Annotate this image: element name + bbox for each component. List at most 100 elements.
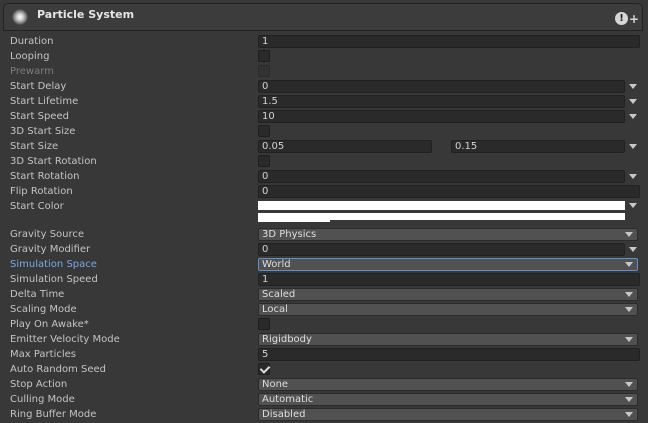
row-play-on-awake: Play On Awake* (0, 317, 648, 332)
row-duration: Duration 1 (0, 34, 648, 49)
checkmark-icon (259, 363, 271, 374)
simulation-space-label: Simulation Space (10, 259, 97, 270)
stop-action-dropdown[interactable]: None (258, 378, 638, 391)
ring-buffer-mode-value: Disabled (262, 409, 306, 420)
simulation-space-dropdown[interactable]: World (258, 258, 638, 271)
start-speed-field[interactable]: 10 (258, 110, 625, 123)
row-delta-time: Delta Time Scaled (0, 287, 648, 302)
row-looping: Looping (0, 49, 648, 64)
looping-label: Looping (10, 51, 50, 62)
start-lifetime-label: Start Lifetime (10, 96, 79, 107)
chevron-down-icon (625, 262, 633, 267)
chevron-down-icon (625, 232, 633, 237)
help-icon[interactable]: ! (615, 12, 628, 25)
auto-random-seed-checkbox[interactable] (258, 363, 271, 375)
start-size-mode-chevron-down-icon[interactable] (629, 144, 637, 149)
ring-buffer-mode-dropdown[interactable]: Disabled (258, 408, 638, 421)
start-size-min-field[interactable]: 0.05 (258, 140, 432, 153)
row-3d-start-rotation: 3D Start Rotation (0, 154, 648, 169)
row-simulation-space: Simulation Space World (0, 257, 648, 272)
row-flip-rotation: Flip Rotation 0 (0, 184, 648, 199)
start-color-alpha-bar (258, 220, 330, 222)
scaling-mode-label: Scaling Mode (10, 304, 77, 315)
simulation-space-value: World (262, 259, 291, 270)
delta-time-value: Scaled (262, 289, 296, 300)
culling-mode-dropdown[interactable]: Automatic (258, 393, 638, 406)
emitter-velocity-mode-dropdown[interactable]: Rigidbody (258, 333, 638, 346)
start-delay-label: Start Delay (10, 81, 67, 92)
gravity-source-label: Gravity Source (10, 229, 85, 240)
start-rotation-mode-chevron-down-icon[interactable] (629, 174, 637, 179)
start-lifetime-field[interactable]: 1.5 (258, 95, 625, 108)
start-lifetime-mode-chevron-down-icon[interactable] (629, 99, 637, 104)
flip-rotation-label: Flip Rotation (10, 186, 73, 197)
stop-action-value: None (262, 379, 289, 390)
component-header[interactable]: Particle System ! + (3, 3, 643, 31)
row-start-rotation: Start Rotation 0 (0, 169, 648, 184)
gravity-source-value: 3D Physics (262, 229, 317, 240)
ring-buffer-mode-label: Ring Buffer Mode (10, 409, 97, 420)
max-particles-label: Max Particles (10, 349, 77, 360)
component-title: Particle System (37, 8, 135, 21)
play-on-awake-checkbox[interactable] (258, 318, 270, 330)
row-gravity-modifier: Gravity Modifier 0 (0, 242, 648, 257)
scaling-mode-value: Local (262, 304, 288, 315)
start-rotation-label: Start Rotation (10, 171, 80, 182)
gravity-modifier-label: Gravity Modifier (10, 244, 91, 255)
simulation-speed-field[interactable]: 1 (258, 273, 640, 286)
chevron-down-icon (625, 337, 633, 342)
start-speed-label: Start Speed (10, 111, 69, 122)
row-scaling-mode: Scaling Mode Local (0, 302, 648, 317)
start-speed-mode-chevron-down-icon[interactable] (629, 114, 637, 119)
start-color-mode-chevron-down-icon[interactable] (629, 203, 637, 208)
chevron-down-icon (625, 382, 633, 387)
start-delay-mode-chevron-down-icon[interactable] (629, 84, 637, 89)
row-simulation-speed: Simulation Speed 1 (0, 272, 648, 287)
gravity-modifier-mode-chevron-down-icon[interactable] (629, 247, 637, 252)
start-color-swatch[interactable] (258, 201, 625, 210)
chevron-down-icon (625, 307, 633, 312)
row-culling-mode: Culling Mode Automatic (0, 392, 648, 407)
row-emitter-velocity-mode: Emitter Velocity Mode Rigidbody (0, 332, 648, 347)
particle-system-icon (12, 9, 28, 25)
start-rotation-field[interactable]: 0 (258, 170, 625, 183)
chevron-down-icon (625, 292, 633, 297)
gravity-source-dropdown[interactable]: 3D Physics (258, 228, 638, 241)
simulation-speed-label: Simulation Speed (10, 274, 98, 285)
row-start-size: Start Size 0.05 0.15 (0, 139, 648, 154)
3d-start-rotation-label: 3D Start Rotation (10, 156, 97, 167)
max-particles-field[interactable]: 5 (258, 348, 640, 361)
culling-mode-value: Automatic (262, 394, 314, 405)
row-start-delay: Start Delay 0 (0, 79, 648, 94)
delta-time-dropdown[interactable]: Scaled (258, 288, 638, 301)
start-size-max-field[interactable]: 0.15 (451, 140, 625, 153)
stop-action-label: Stop Action (10, 379, 68, 390)
play-on-awake-label: Play On Awake* (10, 319, 89, 330)
row-auto-random-seed: Auto Random Seed (0, 362, 648, 377)
start-color-swatch-secondary[interactable] (258, 213, 625, 220)
auto-random-seed-label: Auto Random Seed (10, 364, 106, 375)
gravity-modifier-field[interactable]: 0 (258, 243, 625, 256)
culling-mode-label: Culling Mode (10, 394, 75, 405)
add-icon[interactable]: + (629, 13, 639, 25)
flip-rotation-field[interactable]: 0 (258, 185, 640, 198)
prewarm-checkbox (258, 65, 270, 77)
prewarm-label: Prewarm (10, 66, 54, 77)
row-gravity-source: Gravity Source 3D Physics (0, 227, 648, 242)
row-start-speed: Start Speed 10 (0, 109, 648, 124)
row-start-lifetime: Start Lifetime 1.5 (0, 94, 648, 109)
looping-checkbox[interactable] (258, 50, 270, 62)
chevron-down-icon (625, 397, 633, 402)
emitter-velocity-mode-label: Emitter Velocity Mode (10, 334, 120, 345)
duration-field[interactable]: 1 (258, 35, 640, 48)
start-color-label: Start Color (10, 201, 64, 212)
row-max-particles: Max Particles 5 (0, 347, 648, 362)
3d-start-size-checkbox[interactable] (258, 125, 270, 137)
chevron-down-icon (625, 412, 633, 417)
delta-time-label: Delta Time (10, 289, 65, 300)
3d-start-rotation-checkbox[interactable] (258, 155, 270, 167)
row-start-color: Start Color (0, 199, 648, 225)
start-delay-field[interactable]: 0 (258, 80, 625, 93)
scaling-mode-dropdown[interactable]: Local (258, 303, 638, 316)
emitter-velocity-mode-value: Rigidbody (262, 334, 312, 345)
